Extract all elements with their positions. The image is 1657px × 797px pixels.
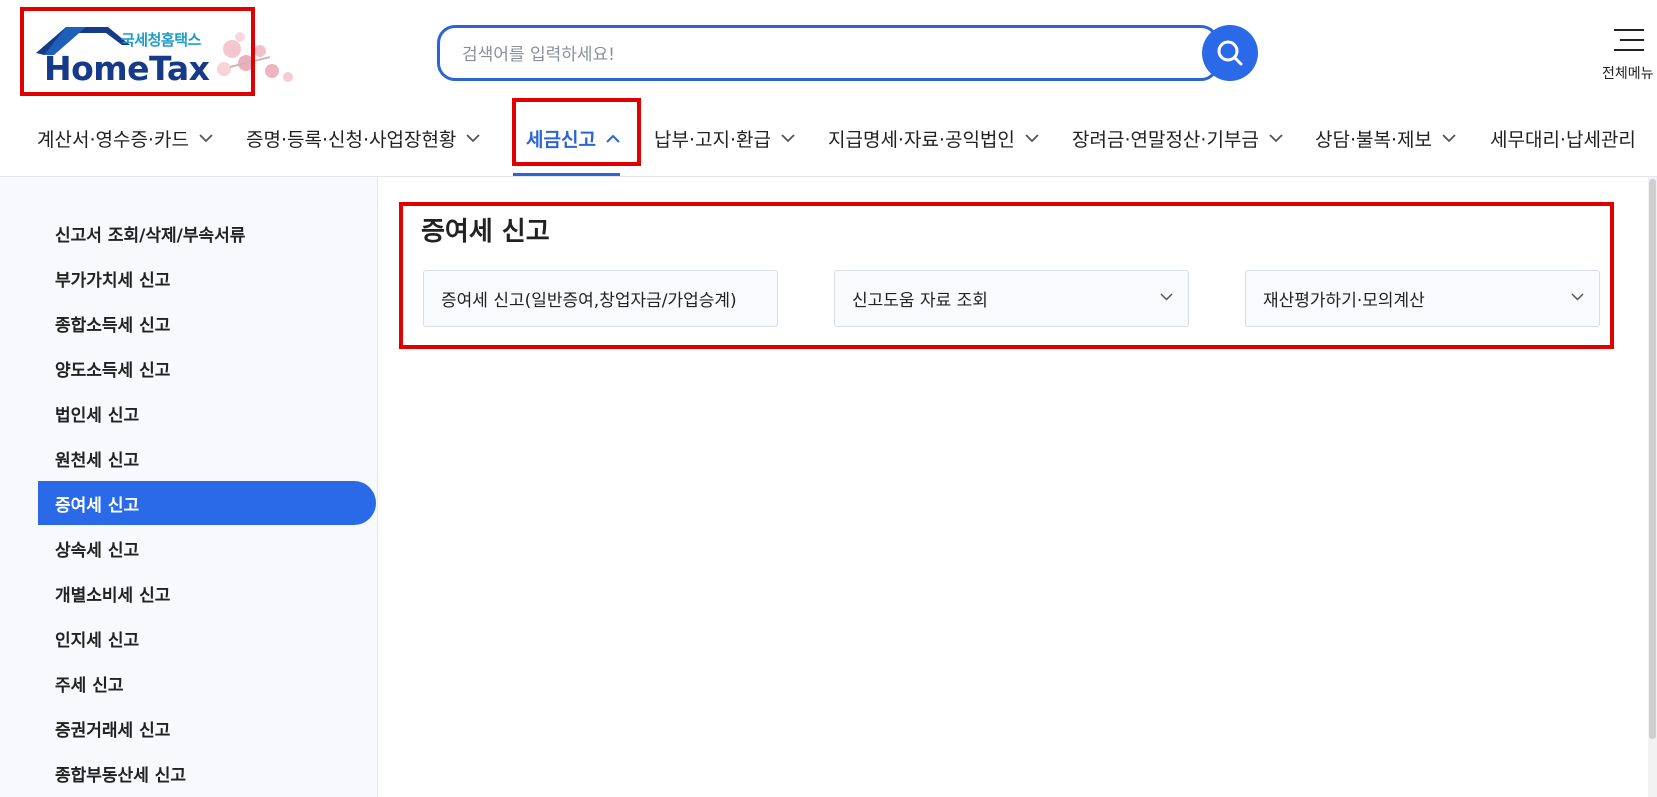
sidebar-item-liquor[interactable]: 주세 신고 — [38, 661, 376, 705]
gnb-item-label: 상담·불복·제보 — [1315, 128, 1432, 151]
card-label: 재산평가하기·모의계산 — [1263, 291, 1425, 311]
logo-subtitle: 국세청홈택스 — [121, 31, 201, 49]
chevron-down-icon — [199, 133, 213, 142]
sidebar-item-vat[interactable]: 부가가치세 신고 — [38, 256, 376, 300]
sidebar-item-label: 종합부동산세 신고 — [55, 765, 187, 786]
sidebar-item-label: 인지세 신고 — [55, 630, 140, 651]
chevron-down-icon — [466, 133, 481, 142]
sidebar-item-stamp[interactable]: 인지세 신고 — [38, 616, 376, 660]
header: 국세청홈택스 HomeTax 전체메뉴 계산서·영 — [0, 0, 1657, 177]
sidebar-item-gift-tax[interactable]: 증여세 신고 — [38, 481, 376, 525]
sidebar-item-label: 주세 신고 — [55, 675, 124, 696]
sidebar-item-property-tax[interactable]: 종합부동산세 신고 — [38, 751, 376, 795]
sidebar-item-label: 양도소득세 신고 — [55, 360, 171, 381]
chevron-down-icon — [1160, 293, 1173, 301]
active-tab-indicator — [513, 173, 620, 176]
sidebar-item-report-lookup[interactable]: 신고서 조회/삭제/부속서류 — [38, 211, 376, 255]
card-label: 신고도움 자료 조회 — [852, 291, 988, 311]
sidebar-item-excise[interactable]: 개별소비세 신고 — [38, 571, 376, 615]
sidebar-item-label: 신고서 조회/삭제/부속서류 — [55, 225, 246, 246]
cherry-blossom-icon — [217, 32, 293, 82]
gnb-item-tax-agent[interactable]: 세무대리·납세관리 — [1490, 118, 1636, 158]
gnb-item-label: 증명·등록·신청·사업장현황 — [246, 128, 457, 151]
hamburger-icon — [1614, 29, 1644, 51]
chevron-down-icon — [1571, 293, 1584, 301]
gnb-item-payment-statement[interactable]: 지급명세·자료·공익법인 — [828, 118, 1039, 158]
logo-title: HomeTax — [44, 49, 210, 88]
sidebar: 신고서 조회/삭제/부속서류 부가가치세 신고 종합소득세 신고 양도소득세 신… — [0, 177, 378, 797]
sidebar-item-label: 상속세 신고 — [55, 540, 140, 561]
gnb-item-payment[interactable]: 납부·고지·환급 — [654, 118, 795, 158]
card-label: 증여세 신고(일반증여,창업자금/가업승계) — [441, 291, 737, 311]
sidebar-item-label: 개별소비세 신고 — [55, 585, 171, 606]
gnb-item-certificate[interactable]: 증명·등록·신청·사업장현황 — [246, 118, 481, 158]
all-menu-label: 전체메뉴 — [1602, 66, 1654, 82]
gnb-item-tax-report[interactable]: 세금신고 — [526, 118, 620, 158]
sidebar-item-label: 원천세 신고 — [55, 450, 140, 471]
chevron-down-icon — [1025, 133, 1039, 142]
sidebar-item-income-tax[interactable]: 종합소득세 신고 — [38, 301, 376, 345]
search-icon — [1217, 40, 1243, 66]
sidebar-item-withholding[interactable]: 원천세 신고 — [38, 436, 376, 480]
all-menu-button[interactable]: 전체메뉴 — [1596, 25, 1657, 85]
page-scrollbar[interactable] — [1648, 177, 1657, 797]
gnb-item-label: 세무대리·납세관리 — [1490, 128, 1636, 151]
search-input[interactable] — [460, 40, 1184, 70]
chevron-down-icon — [781, 133, 795, 142]
sidebar-item-label: 증여세 신고 — [55, 495, 140, 516]
chevron-down-icon — [1442, 133, 1456, 142]
gift-tax-report-button[interactable]: 증여세 신고(일반증여,창업자금/가업승계) — [423, 270, 778, 327]
gnb-item-incentive[interactable]: 장려금·연말정산·기부금 — [1072, 118, 1283, 158]
sidebar-item-corporate-tax[interactable]: 법인세 신고 — [38, 391, 376, 435]
sidebar-item-label: 부가가치세 신고 — [55, 270, 171, 291]
sidebar-item-label: 법인세 신고 — [55, 405, 140, 426]
sidebar-item-inheritance[interactable]: 상속세 신고 — [38, 526, 376, 570]
sidebar-item-securities[interactable]: 증권거래세 신고 — [38, 706, 376, 750]
sidebar-item-label: 종합소득세 신고 — [55, 315, 171, 336]
gnb-item-label: 계산서·영수증·카드 — [37, 128, 189, 151]
chevron-down-icon — [1269, 133, 1283, 142]
sidebar-item-capital-gains[interactable]: 양도소득세 신고 — [38, 346, 376, 390]
gnb-item-label: 장려금·연말정산·기부금 — [1072, 128, 1259, 151]
chevron-up-icon — [606, 134, 620, 143]
hometax-logo[interactable]: 국세청홈택스 HomeTax — [20, 7, 293, 95]
gnb-item-invoice[interactable]: 계산서·영수증·카드 — [37, 118, 213, 158]
gnb-item-label: 지급명세·자료·공익법인 — [828, 128, 1015, 151]
gnb-item-label: 납부·고지·환급 — [654, 128, 771, 151]
gnb-item-label: 세금신고 — [526, 128, 596, 151]
property-valuation-dropdown[interactable]: 재산평가하기·모의계산 — [1245, 270, 1600, 327]
gnb-item-consulting[interactable]: 상담·불복·제보 — [1315, 118, 1456, 158]
sidebar-item-label: 증권거래세 신고 — [55, 720, 171, 741]
page-title: 증여세 신고 — [421, 217, 550, 247]
scrollbar-thumb[interactable] — [1649, 179, 1656, 739]
report-help-lookup-dropdown[interactable]: 신고도움 자료 조회 — [834, 270, 1189, 327]
search-button[interactable] — [1202, 25, 1258, 81]
search-bar — [437, 25, 1219, 81]
main-navigation: 계산서·영수증·카드 증명·등록·신청·사업장현황 세금신고 납부·고지·환급 … — [0, 100, 1657, 176]
